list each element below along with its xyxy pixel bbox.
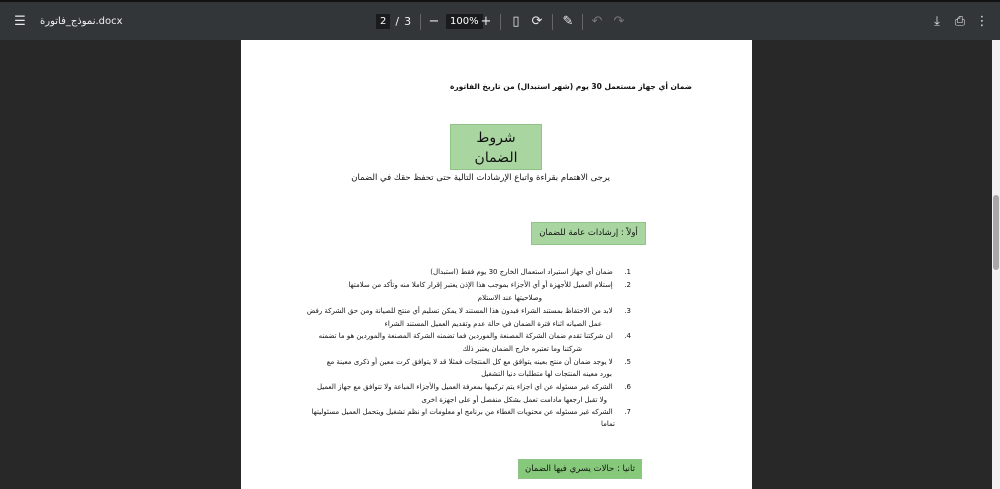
page-separator: /	[395, 14, 400, 28]
item-text: ان شركتنا تقدم ضمان الشركة المصنعة والمو…	[318, 332, 613, 340]
list-item: 3. لابد من الاحتفاظ بمستند الشراء فبدون …	[307, 307, 631, 315]
list-item: 5. لا يوجد ضمان أن منتج بعينه يتوافق مع …	[327, 358, 631, 366]
item-continuation: بورد معينه المنتجات لها متطلبات دنيا الت…	[481, 370, 612, 378]
warranty-title: شروط الضمان	[450, 124, 542, 170]
zoom-input[interactable]: 100%	[446, 13, 483, 29]
pdf-toolbar: ☰ نموذج_فاتورة.docx 2 / 3 − 100% + ▯ ⟳ ✎…	[0, 0, 1000, 40]
item-continuation: عمل الصيانه اثناء فترة الضمان في حالة عد…	[384, 320, 602, 328]
list-item: 6. الشركه غير مسئوله عن اي اجزاء يتم ترك…	[317, 383, 631, 391]
section-heading: أولاً : إرشادات عامة للضمان	[531, 222, 646, 245]
divider	[420, 14, 421, 30]
total-pages: 3	[404, 14, 412, 28]
file-name: نموذج_فاتورة.docx	[40, 15, 123, 27]
fit-page-icon[interactable]: ▯	[509, 2, 523, 40]
pdf-page: ضمان أي جهاز مستعمل 30 يوم (شهر استبدال)…	[241, 40, 752, 489]
subtitle: يرجى الاهتمام بقراءة واتباع الإرشادات ال…	[351, 173, 610, 183]
rotate-icon[interactable]: ⟳	[530, 2, 544, 40]
more-options-icon[interactable]: ⋮	[976, 2, 989, 40]
download-icon[interactable]: ⤓	[930, 2, 944, 40]
zoom-in-button[interactable]: +	[480, 2, 492, 40]
item-number: 2.	[624, 281, 631, 289]
list-item: 7. الشركه غير مسئوله عن محتويات الغطاء م…	[312, 408, 631, 416]
item-text: إستلام العميل للأجهزة أو أي الأجزاء بموج…	[348, 281, 613, 289]
list-item: 4. ان شركتنا تقدم ضمان الشركة المصنعة وا…	[319, 332, 631, 340]
item-continuation: شركتنا وما تعتبره خارج الضمان يعتبر ذلك	[462, 345, 583, 353]
item-continuation: وصلاحيتها عند الاستلام	[477, 294, 542, 302]
item-number: 4.	[624, 332, 631, 340]
page-input[interactable]: 2	[376, 13, 391, 29]
item-text: لابد من الاحتفاظ بمستند الشراء فبدون هذا…	[306, 307, 613, 315]
title-line: شروط	[476, 130, 516, 146]
vertical-scrollbar[interactable]	[992, 40, 1000, 489]
item-number: 6.	[624, 383, 631, 391]
item-text: لا يوجد ضمان أن منتج بعينه يتوافق مع كل …	[326, 358, 613, 366]
divider	[552, 14, 553, 30]
divider	[500, 14, 501, 30]
page-indicator: 2 / 3	[376, 2, 411, 40]
document-viewer: ضمان أي جهاز مستعمل 30 يوم (شهر استبدال)…	[0, 40, 992, 489]
item-number: 3.	[624, 307, 631, 315]
item-number: 1.	[624, 268, 631, 276]
item-text: ضمان أي جهاز استيراد استعمال الخارج 30 ي…	[430, 268, 613, 276]
scrollbar-thumb[interactable]	[993, 195, 999, 270]
divider	[582, 14, 583, 30]
undo-icon[interactable]: ↶	[590, 2, 604, 40]
item-continuation: ولا تقبل ارجعها مادامت تعمل بشكل منفصل أ…	[421, 396, 607, 404]
item-number: 5.	[624, 358, 631, 366]
item-text: الشركه غير مسئوله عن محتويات الغطاء من ب…	[311, 408, 613, 416]
print-icon[interactable]: ⎙	[953, 2, 967, 40]
title-line: الضمان	[474, 150, 518, 166]
zoom-out-button[interactable]: −	[428, 2, 440, 40]
list-item: 2. إستلام العميل للأجهزة أو أي الأجزاء ب…	[349, 281, 632, 289]
menu-icon[interactable]: ☰	[10, 2, 30, 40]
annotate-icon[interactable]: ✎	[561, 2, 575, 40]
list-item: 1. ضمان أي جهاز استيراد استعمال الخارج 3…	[430, 268, 631, 276]
intro-line: ضمان أي جهاز مستعمل 30 يوم (شهر استبدال)…	[449, 82, 692, 91]
redo-icon[interactable]: ↷	[612, 2, 626, 40]
section-heading: ثانيا : حالات يسري فيها الضمان	[518, 459, 642, 479]
item-text: الشركه غير مسئوله عن اي اجزاء يتم تركيبه…	[316, 383, 613, 391]
item-number: 7.	[624, 408, 631, 416]
item-continuation: تماما	[600, 420, 615, 428]
